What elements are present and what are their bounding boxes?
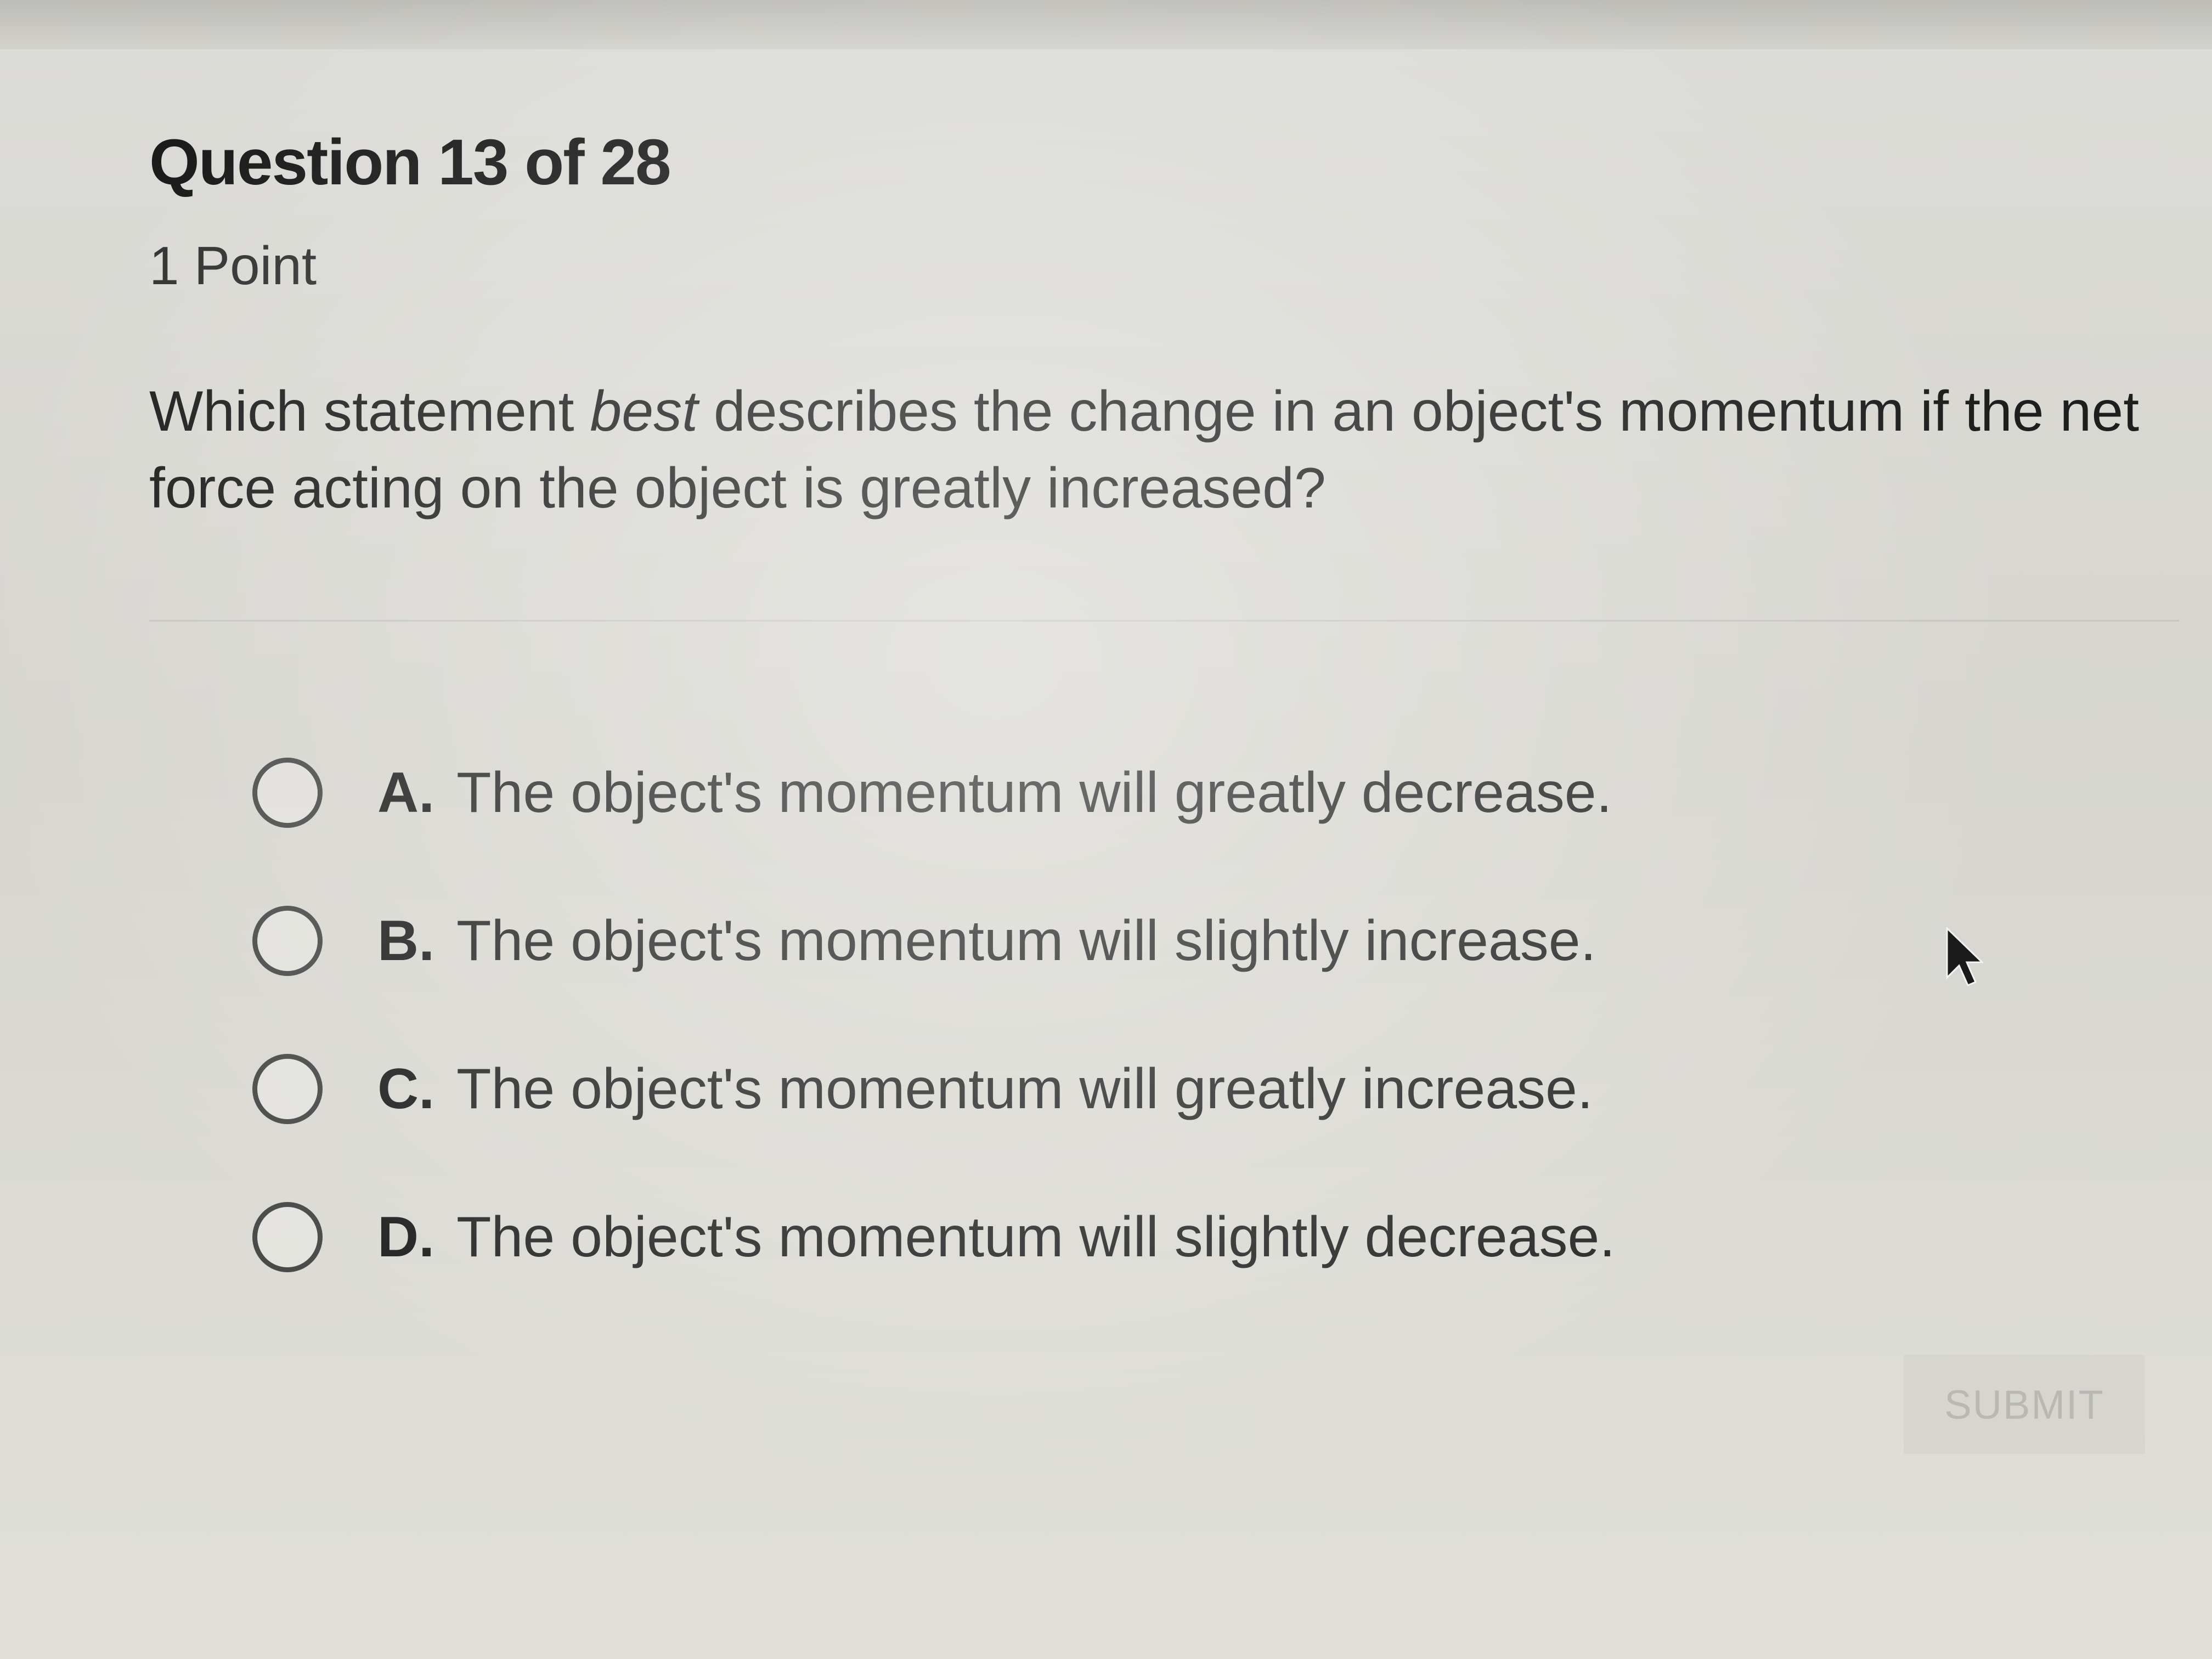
- radio-button-icon[interactable]: [252, 1202, 323, 1272]
- radio-button-icon[interactable]: [252, 758, 323, 828]
- prompt-emphasis: best: [590, 380, 698, 443]
- option-letter: D.: [377, 1205, 435, 1269]
- prompt-text-start: Which statement: [149, 380, 590, 443]
- radio-button-icon[interactable]: [252, 1054, 323, 1124]
- question-number: Question 13 of 28: [149, 126, 672, 199]
- question-prompt: Which statement best describes the chang…: [149, 373, 2152, 527]
- option-a[interactable]: A. The object's momentum will greatly de…: [252, 719, 2063, 867]
- option-letter: A.: [377, 760, 435, 825]
- question-points: 1 Point: [149, 235, 317, 296]
- option-letter: C.: [377, 1057, 435, 1121]
- option-b[interactable]: B. The object's momentum will slightly i…: [252, 867, 2063, 1015]
- option-c[interactable]: C. The object's momentum will greatly in…: [252, 1015, 2063, 1163]
- option-text[interactable]: The object's momentum will slightly incr…: [456, 909, 1596, 974]
- answer-options: A. The object's momentum will greatly de…: [252, 719, 2063, 1311]
- option-letter: B.: [377, 909, 435, 973]
- divider: [149, 620, 2179, 622]
- submit-button[interactable]: SUBMIT: [1904, 1355, 2145, 1454]
- option-text[interactable]: The object's momentum will greatly decre…: [456, 760, 1612, 826]
- quiz-page: Question 13 of 28 1 Point Which statemen…: [0, 0, 2212, 1659]
- option-text[interactable]: The object's momentum will slightly decr…: [456, 1205, 1615, 1270]
- option-text[interactable]: The object's momentum will greatly incre…: [456, 1057, 1593, 1122]
- option-d[interactable]: D. The object's momentum will slightly d…: [252, 1163, 2063, 1311]
- mouse-pointer-icon: [1946, 927, 1983, 986]
- radio-button-icon[interactable]: [252, 906, 323, 976]
